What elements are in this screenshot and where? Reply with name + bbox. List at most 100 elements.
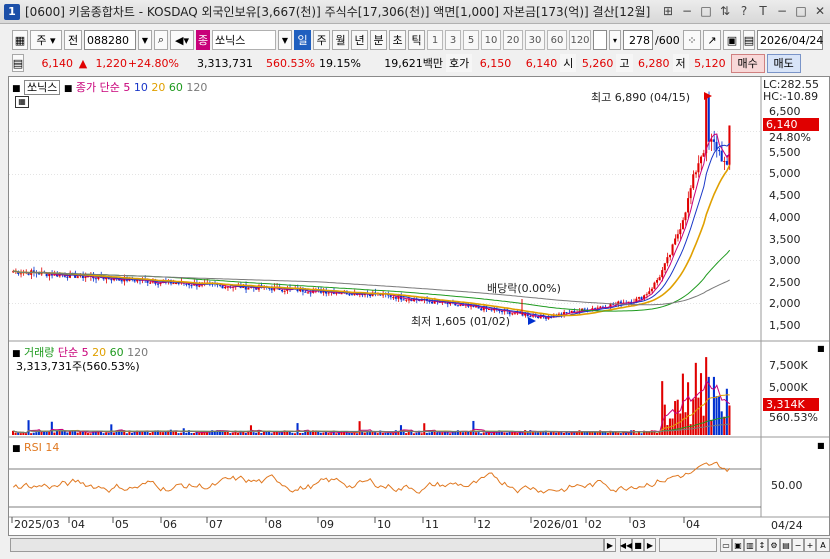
volume-bar: [640, 433, 643, 435]
settings-icon[interactable]: ⚙: [768, 538, 780, 552]
quote-menu-icon[interactable]: ▤: [12, 54, 24, 72]
interval-1[interactable]: 1: [427, 30, 443, 50]
period-month[interactable]: 월: [332, 30, 349, 50]
close-button[interactable]: ✕: [814, 4, 826, 18]
volume-bar: [482, 432, 485, 435]
scroll-right-icon[interactable]: ▶: [604, 538, 616, 552]
volume-bar: [193, 432, 196, 435]
chart-type-icon[interactable]: ▥: [744, 538, 756, 552]
scope-button[interactable]: 전: [64, 30, 82, 50]
volume-moving-averages: [13, 380, 730, 434]
price-candle-body: [694, 172, 697, 175]
zoom-out-icon[interactable]: ▭: [720, 538, 732, 552]
print-icon[interactable]: ▤: [780, 538, 792, 552]
market-select[interactable]: 주 ▾: [30, 30, 62, 50]
link-icon[interactable]: ⊞: [662, 4, 674, 18]
period-day[interactable]: 일: [294, 30, 311, 50]
legend-ma-prefix[interactable]: 종가 단순: [76, 81, 120, 94]
price-candle-body: [430, 301, 434, 304]
high-label: 고: [616, 54, 633, 72]
volume-bar: [50, 421, 53, 435]
rewind-icon[interactable]: ◀◀: [620, 538, 632, 552]
sound-icon[interactable]: ◀▾: [170, 30, 194, 50]
price-candle-body: [718, 150, 721, 152]
table-icon[interactable]: ▦: [15, 96, 29, 108]
search-icon[interactable]: ⌕: [154, 30, 168, 50]
sync-icon[interactable]: ⇅: [719, 4, 731, 18]
chart-canvas[interactable]: [9, 77, 829, 535]
volume-bar: [130, 432, 134, 435]
play-icon[interactable]: ▶: [644, 538, 656, 552]
interval-5[interactable]: 5: [463, 30, 479, 50]
price-legend: ■ 쏘닉스 ■ 종가 단순 5 10 20 60 120: [12, 79, 207, 95]
volume-bar: [389, 432, 392, 435]
x-axis-ticks: [11, 517, 685, 523]
count-input[interactable]: 278: [623, 30, 653, 50]
price-candle-body: [247, 287, 250, 290]
volume-bar: [293, 433, 296, 435]
volume-bar: [355, 433, 359, 435]
save-icon[interactable]: ▣: [723, 30, 741, 50]
period-week[interactable]: 주: [313, 30, 330, 50]
code-dropdown-icon[interactable]: ▼: [138, 30, 152, 50]
volume-bar: [164, 431, 167, 435]
volume-bar: [348, 432, 351, 435]
restore-small-icon[interactable]: □: [700, 4, 712, 18]
volume-ratio: 560.53%: [266, 56, 315, 70]
maximize-button[interactable]: □: [795, 4, 807, 18]
interval-120[interactable]: 120: [569, 30, 591, 50]
stop-icon[interactable]: ■: [632, 538, 644, 552]
plus-icon[interactable]: +: [804, 538, 816, 552]
zoom-in-icon[interactable]: ▣: [732, 538, 744, 552]
name-dropdown-icon[interactable]: ▼: [278, 30, 292, 50]
grid-icon[interactable]: ▦: [12, 30, 28, 50]
volume-bar: [45, 431, 48, 435]
interval-dropdown-icon[interactable]: ▾: [609, 30, 621, 50]
bid-price: 6,140: [525, 56, 558, 70]
legend-square-icon: ■: [63, 84, 73, 94]
interval-10[interactable]: 10: [481, 30, 501, 50]
rsi-title[interactable]: RSI 14: [24, 441, 59, 454]
rsi-pane-handle-icon[interactable]: ■: [12, 444, 21, 454]
stock-code-input[interactable]: 088280: [84, 30, 136, 50]
rsi-pane-close-icon[interactable]: ■: [817, 441, 825, 450]
volume-pane-close-icon[interactable]: ■: [817, 344, 825, 353]
horizontal-scroll-track[interactable]: [10, 538, 604, 552]
price-candle-body: [221, 285, 224, 289]
interval-20[interactable]: 20: [503, 30, 523, 50]
buy-button[interactable]: 매수: [730, 53, 765, 73]
volume-bar: [467, 431, 470, 435]
interval-custom-input[interactable]: [593, 30, 607, 50]
chart-area[interactable]: ■ 쏘닉스 ■ 종가 단순 5 10 20 60 120 ▦ LC:282.55…: [8, 76, 830, 536]
interval-60[interactable]: 60: [547, 30, 567, 50]
minus-icon[interactable]: −: [792, 538, 804, 552]
volume-bar: [231, 432, 234, 435]
volume-bar: [120, 431, 123, 435]
help-icon[interactable]: ?: [738, 4, 750, 18]
period-tick[interactable]: 틱: [408, 30, 425, 50]
minimize-button[interactable]: −: [776, 4, 788, 18]
sell-button[interactable]: 매도: [766, 53, 801, 73]
period-minute[interactable]: 분: [370, 30, 387, 50]
date-input[interactable]: 2026/04/24: [757, 30, 823, 50]
speed-slider[interactable]: [659, 538, 717, 552]
price-candle-body: [707, 97, 710, 142]
volume-bar: [322, 432, 325, 435]
scale-icon[interactable]: ↕: [756, 538, 768, 552]
interval-3[interactable]: 3: [445, 30, 461, 50]
chart-tool-icon[interactable]: ↗: [703, 30, 721, 50]
text-icon[interactable]: T: [757, 4, 769, 18]
minimize-small-icon[interactable]: −: [681, 4, 693, 18]
x-axis-label: 08: [268, 518, 282, 531]
dots-icon[interactable]: ⁘: [683, 30, 701, 50]
font-size-icon[interactable]: A: [816, 538, 830, 552]
volume-bar: [27, 420, 30, 435]
volume-bar: [273, 432, 276, 435]
period-second[interactable]: 초: [389, 30, 406, 50]
legend-stock-tag[interactable]: 쏘닉스: [24, 80, 61, 95]
calendar-icon[interactable]: ▤: [743, 30, 755, 50]
pane-handle-icon[interactable]: ■: [12, 84, 21, 94]
price-candle-body: [84, 276, 87, 279]
period-year[interactable]: 년: [351, 30, 368, 50]
interval-30[interactable]: 30: [525, 30, 545, 50]
